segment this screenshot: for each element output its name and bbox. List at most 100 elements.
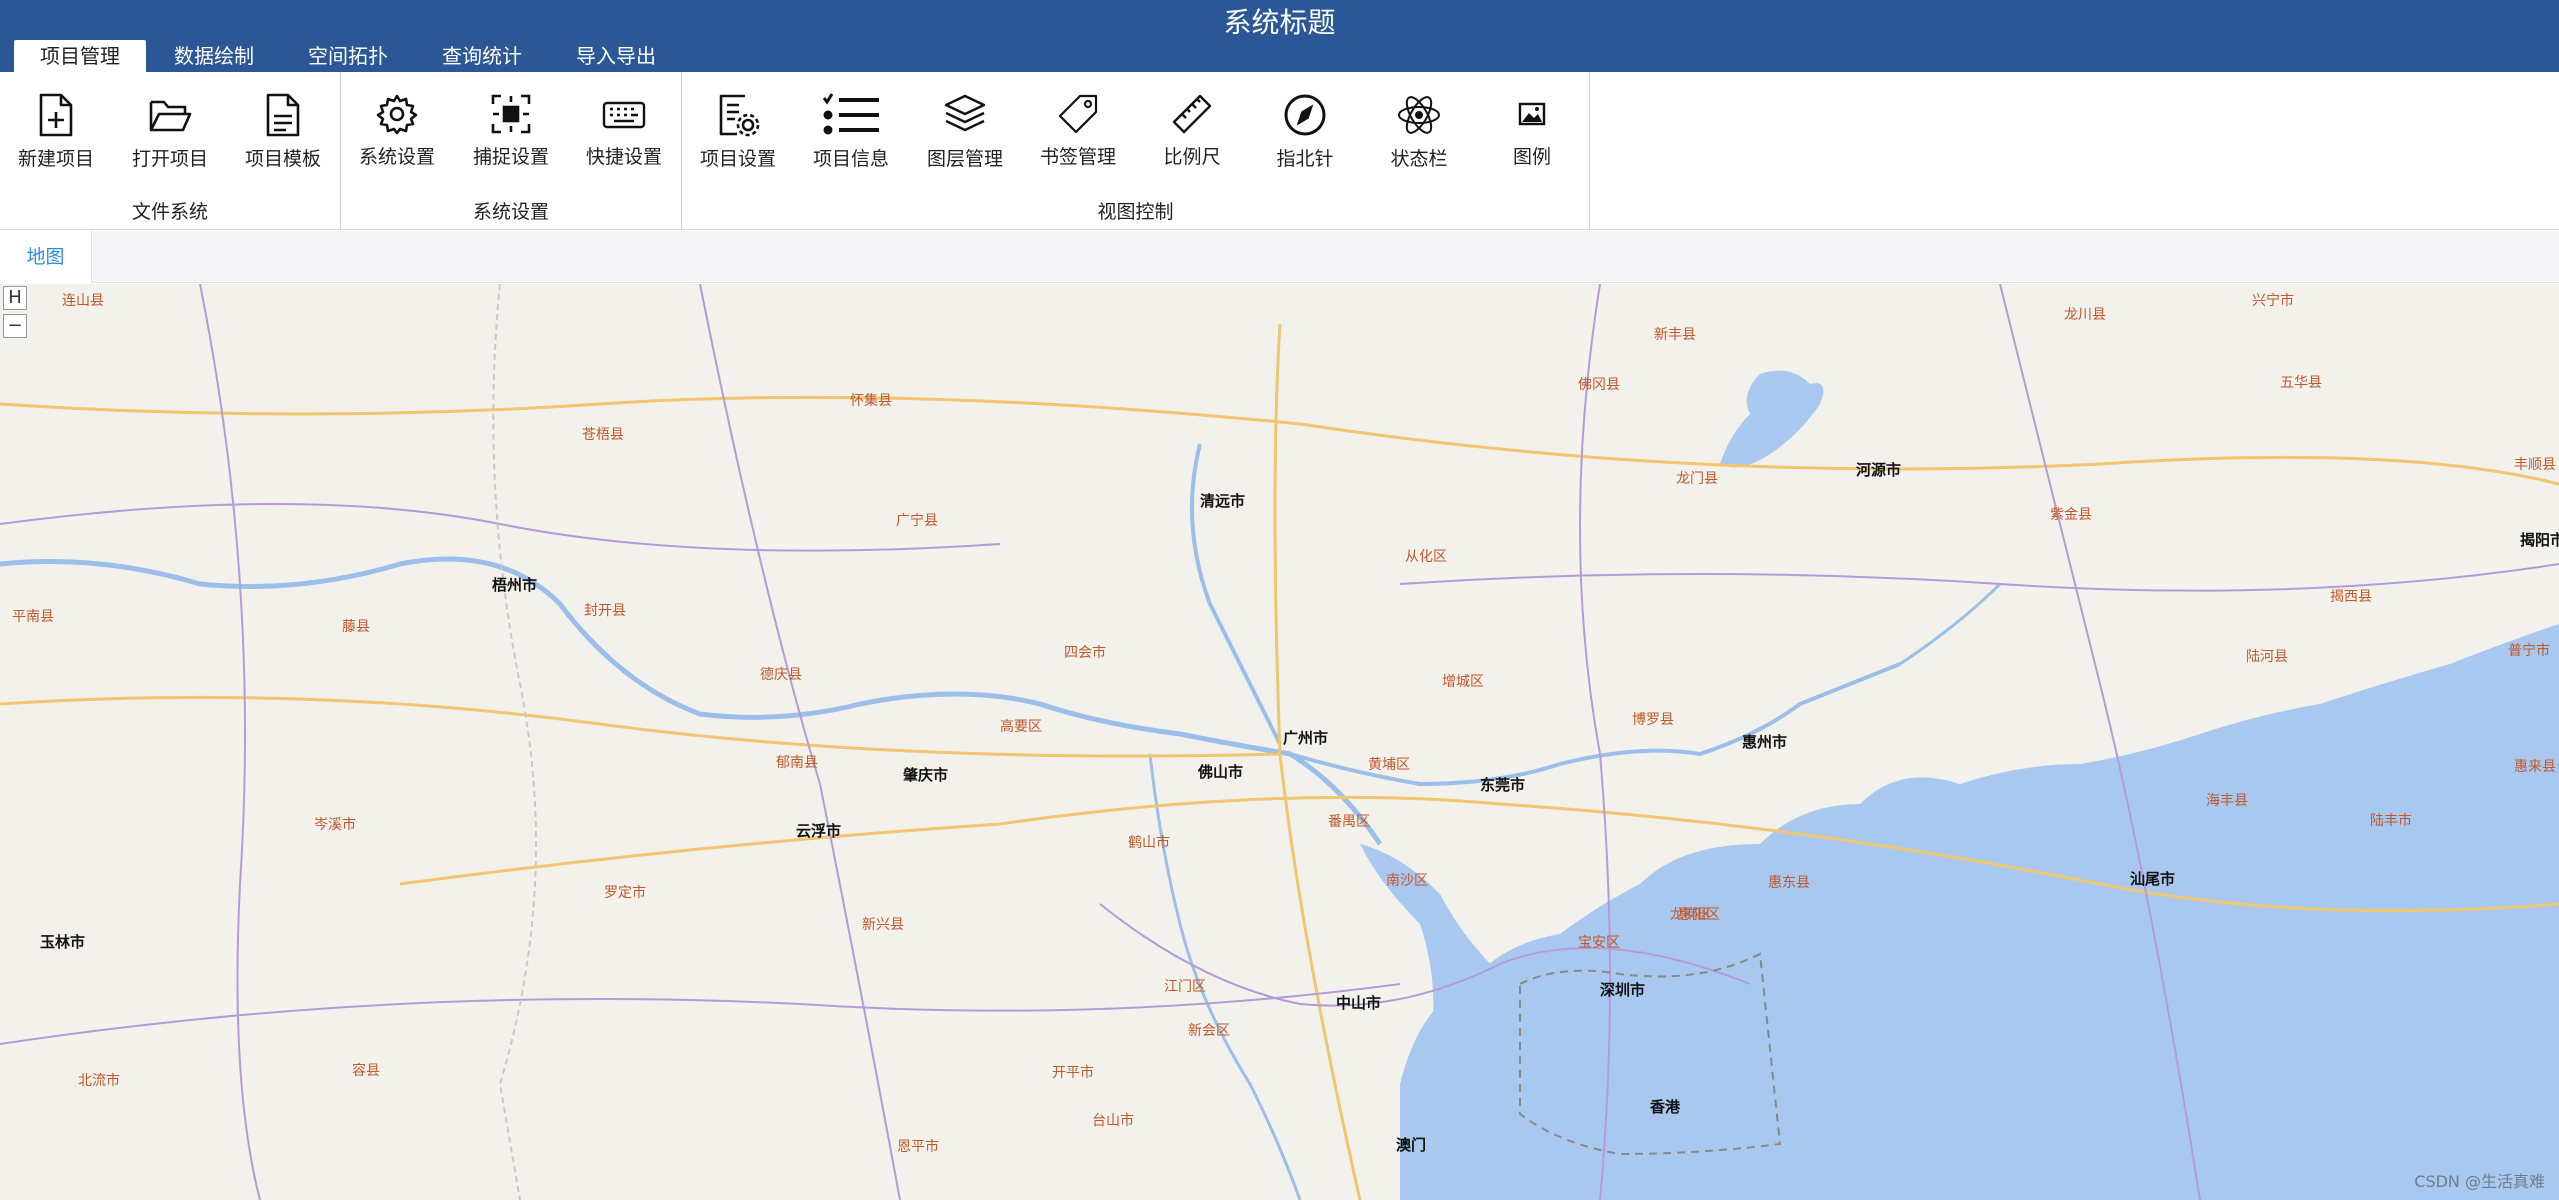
ruler-icon: [1142, 92, 1242, 136]
scale-bar-button[interactable]: 比例尺: [1142, 86, 1242, 186]
bookmark-management-button[interactable]: 书签管理: [1028, 86, 1128, 186]
map-label-shenzhen: 深圳市: [1600, 981, 1646, 999]
atom-icon: [1369, 92, 1469, 138]
system-settings-label: 系统设置: [358, 146, 435, 168]
layers-icon: [915, 92, 1015, 138]
tab-spatial-topology[interactable]: 空间拓扑: [282, 40, 414, 72]
snap-settings-label: 捕捉设置: [472, 146, 549, 168]
map-label-puning: 普宁市: [2508, 643, 2550, 659]
zoom-out-button[interactable]: −: [3, 314, 27, 338]
tab-map[interactable]: 地图: [0, 231, 92, 283]
map-label-nansha: 南沙区: [1386, 873, 1428, 889]
map-label-huilai: 惠来县: [2514, 759, 2556, 775]
app-window: 系统标题 项目管理 数据绘制 空间拓扑 查询统计 导入导出 新建项目 打开项目 …: [0, 0, 2559, 1200]
map-label-pingnan: 平南县: [12, 609, 54, 625]
map-label-kaiping: 开平市: [1052, 1065, 1094, 1081]
compass-icon: [1255, 92, 1355, 138]
map-label-sihui: 四会市: [1064, 645, 1106, 661]
shortcut-settings-label: 快捷设置: [585, 146, 662, 168]
map-label-deqing: 德庆县: [760, 667, 802, 683]
map-basemap: [0, 284, 2559, 1200]
new-project-button[interactable]: 新建项目: [6, 86, 106, 186]
map-label-beiliu: 北流市: [78, 1073, 120, 1089]
map-label-qingyuan: 清远市: [1200, 492, 1246, 510]
map-label-huaiji: 怀集县: [850, 393, 892, 409]
map-label-enping: 恩平市: [897, 1139, 939, 1155]
map-label-fengshun: 丰顺县: [2514, 457, 2556, 473]
tab-project-management[interactable]: 项目管理: [14, 40, 146, 72]
north-arrow-button[interactable]: 指北针: [1255, 86, 1355, 186]
map-label-taishan: 台山市: [1092, 1113, 1134, 1129]
project-template-button[interactable]: 项目模板: [233, 86, 333, 186]
map-label-dongguan: 东莞市: [1480, 776, 1526, 794]
status-bar-button[interactable]: 状态栏: [1369, 86, 1469, 186]
map-label-foshan: 佛山市: [1198, 763, 1244, 781]
scale-bar-label: 比例尺: [1163, 146, 1221, 168]
map-label-zengcheng: 增城区: [1442, 674, 1484, 690]
tab-data-drawing[interactable]: 数据绘制: [148, 40, 280, 72]
map-label-cenxi: 岑溪市: [314, 817, 356, 833]
map-label-panyu: 番禺区: [1328, 814, 1370, 830]
template-file-icon: [233, 92, 333, 138]
map-label-heyuan: 河源市: [1856, 461, 1902, 479]
project-info-button[interactable]: 项目信息: [801, 86, 901, 186]
map-label-huiyang: 惠阳区: [1678, 907, 1720, 923]
map-label-cangwu: 苍梧县: [582, 427, 624, 443]
app-title: 系统标题: [1223, 6, 1336, 39]
map-label-yulin: 玉林市: [40, 933, 86, 951]
project-template-label: 项目模板: [244, 148, 321, 170]
main-tabs: 项目管理 数据绘制 空间拓扑 查询统计 导入导出: [14, 40, 684, 72]
map-label-fogang: 佛冈县: [1578, 377, 1620, 393]
map-label-shanwei: 汕尾市: [2130, 870, 2176, 888]
system-settings-button[interactable]: 系统设置: [347, 86, 447, 186]
map-label-heshan: 鹤山市: [1128, 835, 1170, 851]
map-label-zijin: 紫金县: [2050, 507, 2092, 523]
map-label-huizhou: 惠州市: [1742, 733, 1788, 751]
open-folder-icon: [120, 92, 220, 138]
north-arrow-label: 指北针: [1276, 148, 1334, 170]
map-label-zhongshan: 中山市: [1336, 994, 1382, 1012]
ribbon-toolbar: 新建项目 打开项目 项目模板 文件系统 系统设置 捕捉设置 快捷设置 系统设置 …: [0, 72, 2559, 230]
tab-import-export[interactable]: 导入导出: [550, 40, 682, 72]
map-label-jiangmen: 江门区: [1164, 979, 1206, 995]
map-label-luhe: 陆河县: [2246, 649, 2288, 665]
open-project-button[interactable]: 打开项目: [120, 86, 220, 186]
layer-management-button[interactable]: 图层管理: [915, 86, 1015, 186]
map-canvas[interactable]: 广州市 佛山市 东莞市 深圳市 香港 澳门 中山市 惠州市 清远市 肇庆市 云浮…: [0, 284, 2559, 1200]
project-settings-icon: [688, 92, 788, 138]
new-file-icon: [6, 92, 106, 138]
tab-query-statistics[interactable]: 查询统计: [416, 40, 548, 72]
map-label-gaoyao: 高要区: [1000, 719, 1042, 735]
map-label-huidong: 惠东县: [1768, 875, 1810, 891]
status-bar-label: 状态栏: [1390, 148, 1448, 170]
map-label-jieyang: 揭阳市: [2520, 531, 2559, 549]
zoom-in-button[interactable]: H: [3, 286, 27, 310]
layer-management-label: 图层管理: [926, 148, 1003, 170]
map-label-xinxing: 新兴县: [862, 917, 904, 933]
map-label-conghua: 从化区: [1405, 549, 1447, 565]
map-label-macau: 澳门: [1396, 1136, 1427, 1154]
legend-button[interactable]: 图例: [1482, 86, 1582, 186]
keyboard-icon: [574, 92, 674, 136]
snap-settings-button[interactable]: 捕捉设置: [461, 86, 561, 186]
map-label-luoding: 罗定市: [604, 885, 646, 901]
watermark: CSDN @生活真难: [2414, 1172, 2545, 1191]
title-bar: 系统标题 项目管理 数据绘制 空间拓扑 查询统计 导入导出: [0, 0, 2559, 72]
map-label-xinhui: 新会区: [1188, 1023, 1230, 1039]
project-settings-button[interactable]: 项目设置: [688, 86, 788, 186]
gear-icon: [347, 92, 447, 136]
map-label-guangzhou: 广州市: [1283, 729, 1329, 747]
project-info-label: 项目信息: [812, 148, 889, 170]
open-project-label: 打开项目: [131, 148, 208, 170]
map-label-guangning: 广宁县: [896, 513, 938, 529]
group-label-system-settings: 系统设置: [472, 201, 549, 223]
legend-label: 图例: [1512, 146, 1551, 168]
map-label-longmen: 龙门县: [1676, 471, 1718, 487]
map-label-wuzhou: 梧州市: [492, 576, 538, 594]
document-tab-strip: 地图: [0, 231, 2559, 283]
bookmark-management-label: 书签管理: [1039, 146, 1116, 168]
shortcut-settings-button[interactable]: 快捷设置: [574, 86, 674, 186]
map-label-huangpu: 黄埔区: [1368, 757, 1410, 773]
map-label-hongkong: 香港: [1650, 1098, 1681, 1116]
group-label-view-control: 视图控制: [1097, 201, 1174, 223]
